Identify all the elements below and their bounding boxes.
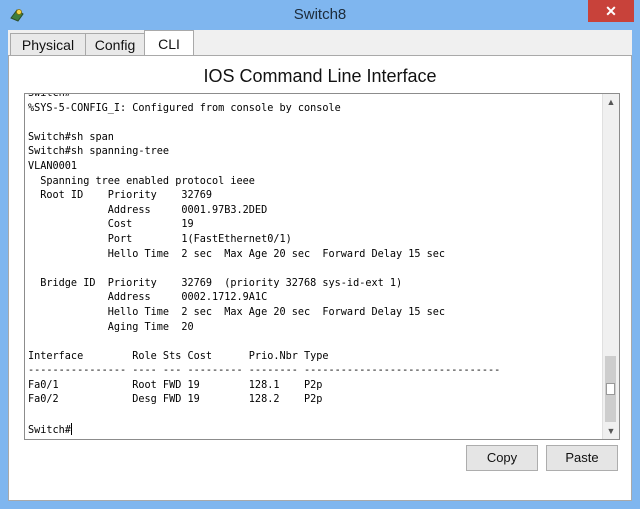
tab-bar: Physical Config CLI <box>8 30 632 57</box>
title-bar[interactable]: Switch8 ✕ <box>0 0 640 30</box>
terminal-scrollbar[interactable]: ▲ ▼ <box>602 94 619 439</box>
terminal-line: Switch#sh spanning-tree <box>28 146 170 158</box>
tab-cli[interactable]: CLI <box>144 30 194 57</box>
terminal-line: Hello Time 2 sec Max Age 20 sec Forward … <box>28 248 446 260</box>
scroll-thumb[interactable] <box>605 356 616 422</box>
terminal-line: Root ID Priority 32769 <box>28 190 213 202</box>
cli-terminal[interactable]: Switch# %SYS-5-CONFIG_I: Configured from… <box>24 93 620 440</box>
paste-button[interactable]: Paste <box>546 445 618 471</box>
terminal-line: Hello Time 2 sec Max Age 20 sec Forward … <box>28 306 446 318</box>
terminal-line: Spanning tree enabled protocol ieee <box>28 175 255 187</box>
terminal-line: Aging Time 20 <box>28 321 194 333</box>
terminal-line: Switch# <box>28 422 72 436</box>
terminal-line: Port 1(FastEthernet0/1) <box>28 233 292 245</box>
scroll-down-icon[interactable]: ▼ <box>603 423 619 439</box>
terminal-output[interactable]: Switch# %SYS-5-CONFIG_I: Configured from… <box>28 93 501 438</box>
terminal-line: VLAN0001 <box>28 160 78 172</box>
close-button[interactable]: ✕ <box>588 0 634 22</box>
terminal-line: Fa0/2 Desg FWD 19 128.2 P2p <box>28 394 323 406</box>
scroll-up-icon[interactable]: ▲ <box>603 94 619 110</box>
tab-physical[interactable]: Physical <box>10 33 86 56</box>
close-icon: ✕ <box>605 3 617 19</box>
terminal-line: Switch# <box>28 93 71 99</box>
cli-content: IOS Command Line Interface Switch# %SYS-… <box>8 55 632 501</box>
terminal-line: Address 0002.1712.9A1C <box>28 292 268 304</box>
terminal-line: Interface Role Sts Cost Prio.Nbr Type <box>28 350 329 362</box>
main-panel: Physical Config CLI IOS Command Line Int… <box>8 30 632 501</box>
cli-heading: IOS Command Line Interface <box>203 66 437 86</box>
scroll-grip <box>606 383 615 395</box>
terminal-line: %SYS-5-CONFIG_I: Configured from console… <box>28 102 341 114</box>
copy-button[interactable]: Copy <box>466 445 538 471</box>
tab-config[interactable]: Config <box>85 33 145 56</box>
app-window: Switch8 ✕ Physical Config CLI IOS Comman… <box>0 0 640 509</box>
terminal-line: Address 0001.97B3.2DED <box>28 204 268 216</box>
terminal-line: Fa0/1 Root FWD 19 128.1 P2p <box>28 379 323 391</box>
terminal-line: Cost 19 <box>28 219 194 231</box>
terminal-line: ---------------- ---- --- --------- ----… <box>28 365 501 377</box>
text-cursor <box>70 422 72 435</box>
terminal-line: Bridge ID Priority 32769 (priority 32768… <box>28 277 403 289</box>
terminal-line: Switch#sh span <box>28 131 114 143</box>
window-title: Switch8 <box>293 6 347 23</box>
